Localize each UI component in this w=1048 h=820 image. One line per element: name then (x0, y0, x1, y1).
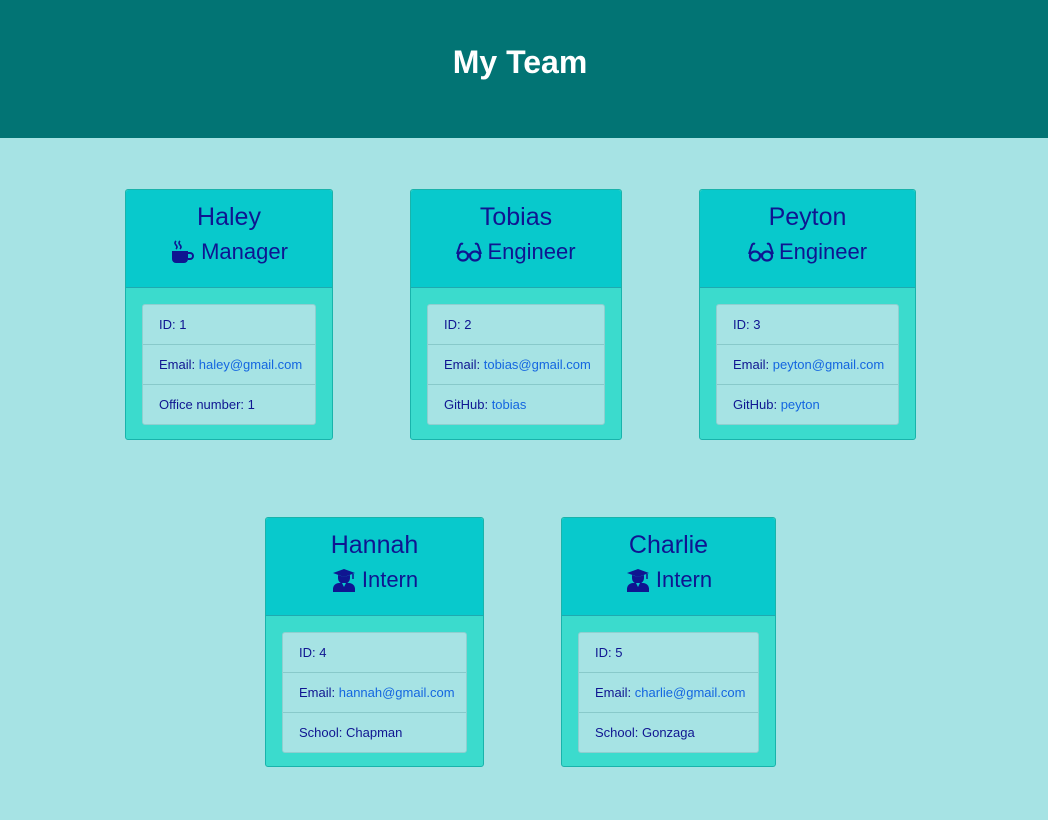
employee-role-label: Engineer (778, 239, 868, 264)
employee-github: GitHub: peyton (733, 397, 820, 412)
employee-card-tobias: Tobias Engineer ID: 2 Email: tobias@gmai… (410, 189, 622, 440)
employee-name: Hannah (330, 531, 419, 559)
email-link[interactable]: tobias@gmail.com (484, 357, 591, 372)
github-link[interactable]: tobias (492, 397, 527, 412)
employee-email: Email: charlie@gmail.com (579, 673, 758, 713)
employee-id-value: 5 (615, 645, 623, 660)
school-value: Chapman (345, 725, 403, 740)
employee-card-hannah: Hannah Intern ID: 4 Email: hannah@gmail.… (265, 517, 484, 767)
employee-id-value: 2 (464, 317, 472, 332)
employee-name: Charlie (628, 531, 709, 559)
glasses-icon (748, 240, 774, 264)
employee-id: ID: 5 (579, 633, 758, 673)
employee-id: ID: 1 (143, 305, 315, 345)
card-header: Peyton Engineer (700, 190, 915, 288)
employee-email: Email: peyton@gmail.com (717, 345, 898, 385)
employee-role: Engineer (411, 239, 621, 265)
page-title: My Team (452, 44, 588, 80)
email-link[interactable]: haley@gmail.com (199, 357, 303, 372)
employee-role: Manager (126, 239, 332, 265)
employee-id-value: 1 (179, 317, 187, 332)
employee-school: School: Chapman (299, 725, 403, 740)
employee-name: Tobias (479, 203, 553, 231)
employee-name: Peyton (768, 203, 847, 231)
employee-school: School: Gonzaga (595, 725, 695, 740)
employee-role-label: Engineer (487, 239, 576, 264)
employee-card-haley: Haley Manager ID: 1 Email: haley@gmail.c… (125, 189, 333, 440)
employee-github: GitHub: tobias (444, 397, 527, 412)
employee-card-peyton: Peyton Engineer ID: 3 Email: peyton@gmai… (699, 189, 916, 440)
card-header: Hannah Intern (266, 518, 483, 616)
employee-id: ID: 4 (283, 633, 466, 673)
employee-id: ID: 3 (717, 305, 898, 345)
card-header: Charlie Intern (562, 518, 775, 616)
employee-name: Haley (197, 203, 261, 231)
employee-info-list: ID: 2 Email: tobias@gmail.com GitHub: to… (427, 304, 605, 425)
graduate-icon (331, 568, 357, 592)
employee-role: Intern (562, 567, 775, 593)
email-link[interactable]: charlie@gmail.com (635, 685, 746, 700)
employee-id: ID: 2 (428, 305, 604, 345)
employee-role-label: Intern (655, 567, 713, 592)
employee-info-list: ID: 3 Email: peyton@gmail.com GitHub: pe… (716, 304, 899, 425)
employee-role: Intern (266, 567, 483, 593)
employee-info-list: ID: 5 Email: charlie@gmail.com School: G… (578, 632, 759, 753)
glasses-icon (456, 240, 483, 264)
employee-id-value: 4 (319, 645, 327, 660)
school-value: Gonzaga (641, 725, 695, 740)
email-link[interactable]: hannah@gmail.com (339, 685, 455, 700)
page-header: My Team (0, 0, 1048, 138)
employee-role: Engineer (700, 239, 915, 265)
github-link[interactable]: peyton (781, 397, 820, 412)
employee-email: Email: haley@gmail.com (143, 345, 315, 385)
employee-id-value: 3 (753, 317, 761, 332)
employee-email: Email: hannah@gmail.com (283, 673, 466, 713)
card-header: Tobias Engineer (411, 190, 621, 288)
graduate-icon (625, 568, 651, 592)
employee-info-list: ID: 4 Email: hannah@gmail.com School: Ch… (282, 632, 467, 753)
card-header: Haley Manager (126, 190, 332, 288)
employee-role-label: Intern (361, 567, 419, 592)
employee-card-charlie: Charlie Intern ID: 5 Email: charlie@gmai… (561, 517, 776, 767)
email-link[interactable]: peyton@gmail.com (773, 357, 884, 372)
employee-office-number: Office number: 1 (159, 397, 255, 412)
employee-info-list: ID: 1 Email: haley@gmail.com Office numb… (142, 304, 316, 425)
employee-email: Email: tobias@gmail.com (428, 345, 604, 385)
mug-hot-icon (170, 240, 196, 264)
employee-role-label: Manager (201, 239, 288, 264)
office-number-value: 1 (247, 397, 255, 412)
